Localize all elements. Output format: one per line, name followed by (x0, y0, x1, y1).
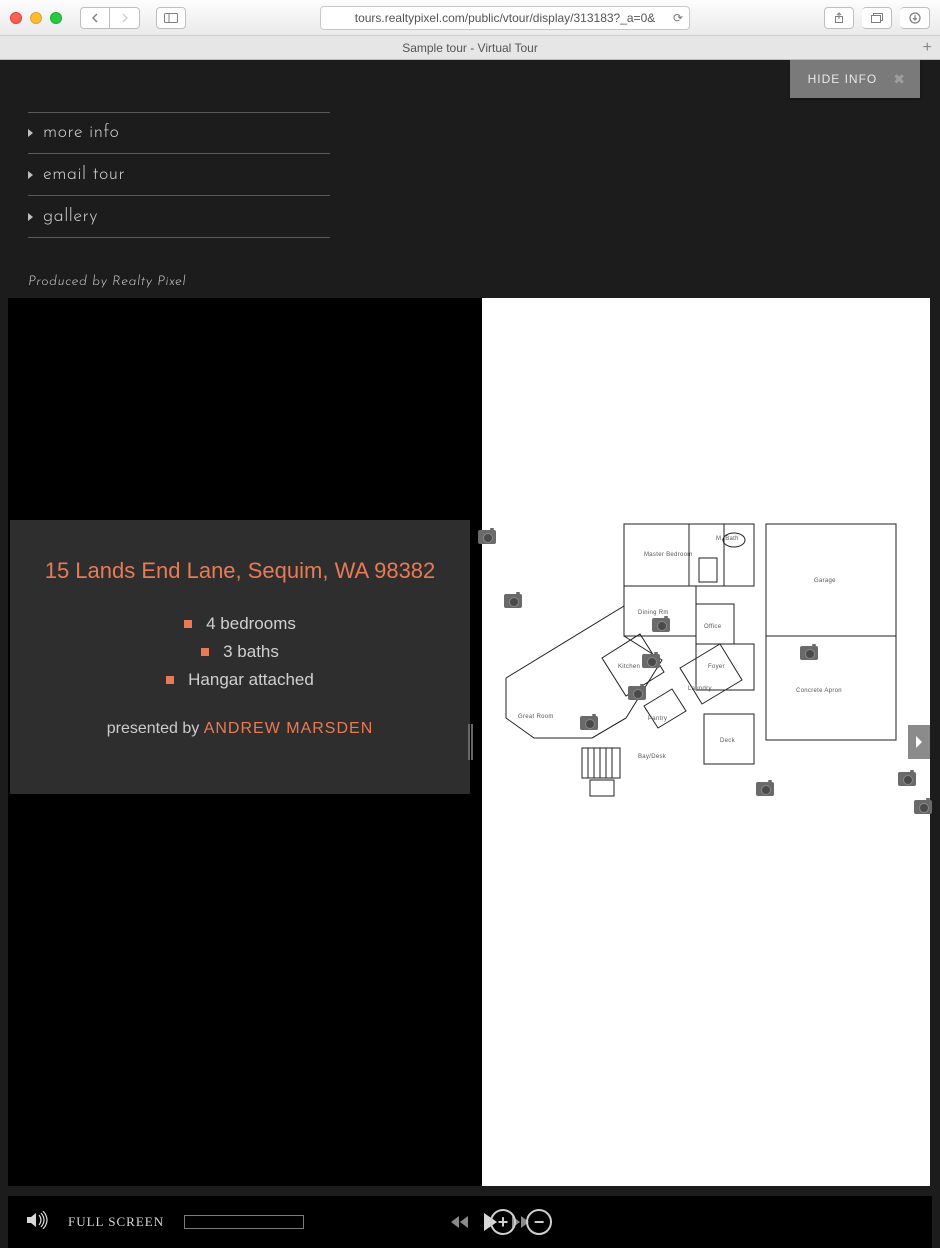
svg-text:Bay/Desk: Bay/Desk (638, 754, 667, 760)
feature-item: 4 bedrooms (34, 614, 446, 634)
feature-item: 3 baths (34, 642, 446, 662)
svg-text:Foyer: Foyer (708, 664, 725, 670)
page-content: HIDE INFO ✖ more info email tour gallery… (0, 60, 940, 1248)
producer-credit: Produced by Realty Pixel (28, 274, 330, 289)
fullscreen-button[interactable]: FULL SCREEN (68, 1214, 164, 1230)
menu-label: more info (43, 124, 119, 142)
bullet-icon (184, 620, 192, 628)
zoom-window-button[interactable] (50, 12, 62, 24)
window-controls (10, 12, 62, 24)
svg-text:Office: Office (704, 624, 722, 630)
floorplan-pane[interactable]: Master Bedroom M. Bath Garage Dining Rm … (482, 298, 930, 1186)
svg-text:Pantry: Pantry (648, 716, 667, 722)
listing-info-card: 15 Lands End Lane, Sequim, WA 98382 4 be… (10, 520, 470, 794)
menu-more-info[interactable]: more info (28, 112, 330, 154)
rewind-button[interactable] (450, 1215, 468, 1229)
svg-text:M. Bath: M. Bath (716, 536, 739, 542)
agent-name: ANDREW MARSDEN (204, 720, 374, 737)
caret-right-icon (28, 171, 33, 179)
menu-gallery[interactable]: gallery (28, 196, 330, 238)
hide-info-button[interactable]: HIDE INFO ✖ (790, 60, 920, 98)
share-button[interactable] (824, 7, 854, 29)
nav-back-button[interactable] (80, 7, 110, 29)
listing-address: 15 Lands End Lane, Sequim, WA 98382 (34, 558, 446, 584)
menu-label: email tour (43, 166, 125, 184)
svg-text:Kitchen: Kitchen (618, 664, 640, 670)
camera-hotspot[interactable] (628, 686, 646, 700)
camera-hotspot[interactable] (756, 782, 774, 796)
svg-text:Deck: Deck (720, 738, 736, 744)
progress-bar[interactable] (184, 1215, 304, 1229)
camera-hotspot[interactable] (642, 654, 660, 668)
camera-hotspot[interactable] (478, 530, 496, 544)
camera-hotspot[interactable] (652, 618, 670, 632)
nav-forward-button[interactable] (110, 7, 140, 29)
reload-icon[interactable]: ⟳ (673, 11, 683, 25)
camera-hotspot[interactable] (504, 594, 522, 608)
camera-hotspot[interactable] (580, 716, 598, 730)
camera-hotspot[interactable] (800, 646, 818, 660)
side-menu: more info email tour gallery Produced by… (28, 112, 330, 289)
pane-splitter[interactable] (468, 724, 474, 760)
browser-chrome: tours.realtypixel.com/public/vtour/displ… (0, 0, 940, 60)
tab-title[interactable]: Sample tour - Virtual Tour (402, 41, 538, 55)
svg-text:Master Bedroom: Master Bedroom (644, 552, 693, 558)
url-text: tours.realtypixel.com/public/vtour/displ… (355, 11, 656, 25)
bullet-icon (201, 648, 209, 656)
menu-email-tour[interactable]: email tour (28, 154, 330, 196)
camera-hotspot[interactable] (898, 772, 916, 786)
minimize-window-button[interactable] (30, 12, 42, 24)
zoom-out-button[interactable]: − (526, 1209, 552, 1235)
titlebar: tours.realtypixel.com/public/vtour/displ… (0, 0, 940, 36)
bullet-icon (166, 676, 174, 684)
floorplan-drawing: Master Bedroom M. Bath Garage Dining Rm … (494, 518, 914, 808)
zoom-in-button[interactable]: + (490, 1209, 516, 1235)
tab-bar: Sample tour - Virtual Tour + (0, 36, 940, 60)
svg-text:Concrete Apron: Concrete Apron (796, 688, 842, 694)
menu-label: gallery (43, 208, 98, 226)
hide-info-label: HIDE INFO (808, 72, 878, 86)
downloads-button[interactable] (900, 7, 930, 29)
player-controls: FULL SCREEN + − (8, 1196, 932, 1248)
close-icon[interactable]: ✖ (893, 71, 906, 88)
next-image-button[interactable] (908, 725, 930, 759)
close-window-button[interactable] (10, 12, 22, 24)
url-bar[interactable]: tours.realtypixel.com/public/vtour/displ… (320, 6, 690, 30)
camera-hotspot[interactable] (914, 800, 932, 814)
feature-item: Hangar attached (34, 670, 446, 690)
tour-viewer: Master Bedroom M. Bath Garage Dining Rm … (8, 298, 930, 1186)
tabs-button[interactable] (862, 7, 892, 29)
caret-right-icon (28, 213, 33, 221)
volume-button[interactable] (26, 1211, 48, 1234)
caret-right-icon (28, 129, 33, 137)
svg-text:Laundry: Laundry (688, 686, 712, 692)
svg-text:Great Room: Great Room (518, 714, 554, 720)
sidebar-button[interactable] (156, 7, 186, 29)
presented-by: presented by ANDREW MARSDEN (34, 720, 446, 738)
svg-text:Garage: Garage (814, 578, 836, 584)
new-tab-button[interactable]: + (923, 39, 932, 57)
